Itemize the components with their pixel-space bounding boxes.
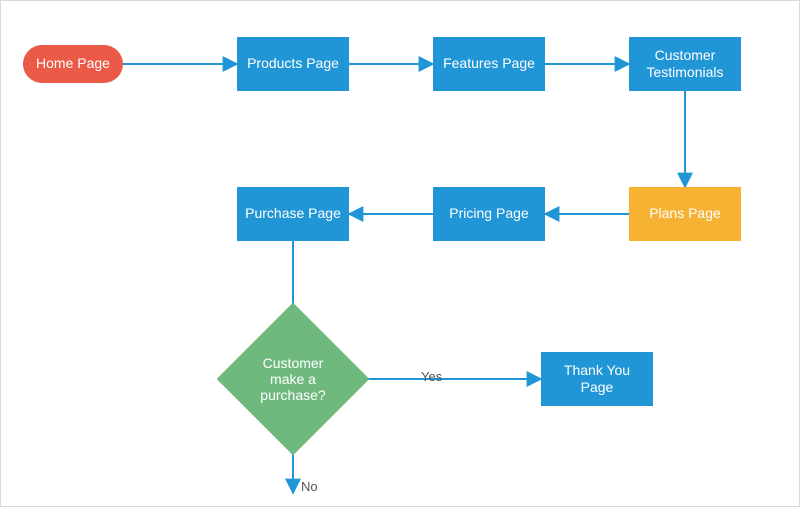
node-decision: Customer make a purchase? (239, 325, 347, 433)
node-home: Home Page (23, 45, 123, 83)
node-products: Products Page (237, 37, 349, 91)
node-purchase: Purchase Page (237, 187, 349, 241)
node-label: Home Page (36, 55, 110, 73)
node-thankyou: Thank You Page (541, 352, 653, 406)
edge-label-no: No (301, 479, 318, 494)
node-label: Products Page (247, 55, 339, 73)
edge-label-yes: Yes (421, 369, 442, 384)
node-label: Customer make a purchase? (253, 355, 333, 403)
label-text: Yes (421, 369, 442, 384)
node-plans: Plans Page (629, 187, 741, 241)
node-testimonials: Customer Testimonials (629, 37, 741, 91)
node-label: Features Page (443, 55, 535, 73)
node-pricing: Pricing Page (433, 187, 545, 241)
node-label: Thank You Page (549, 362, 645, 397)
label-text: No (301, 479, 318, 494)
node-label: Pricing Page (449, 205, 528, 223)
node-label: Customer Testimonials (637, 47, 733, 82)
flowchart-canvas: Home Page Products Page Features Page Cu… (0, 0, 800, 507)
node-label: Purchase Page (245, 205, 341, 223)
node-label: Plans Page (649, 205, 721, 223)
node-features: Features Page (433, 37, 545, 91)
